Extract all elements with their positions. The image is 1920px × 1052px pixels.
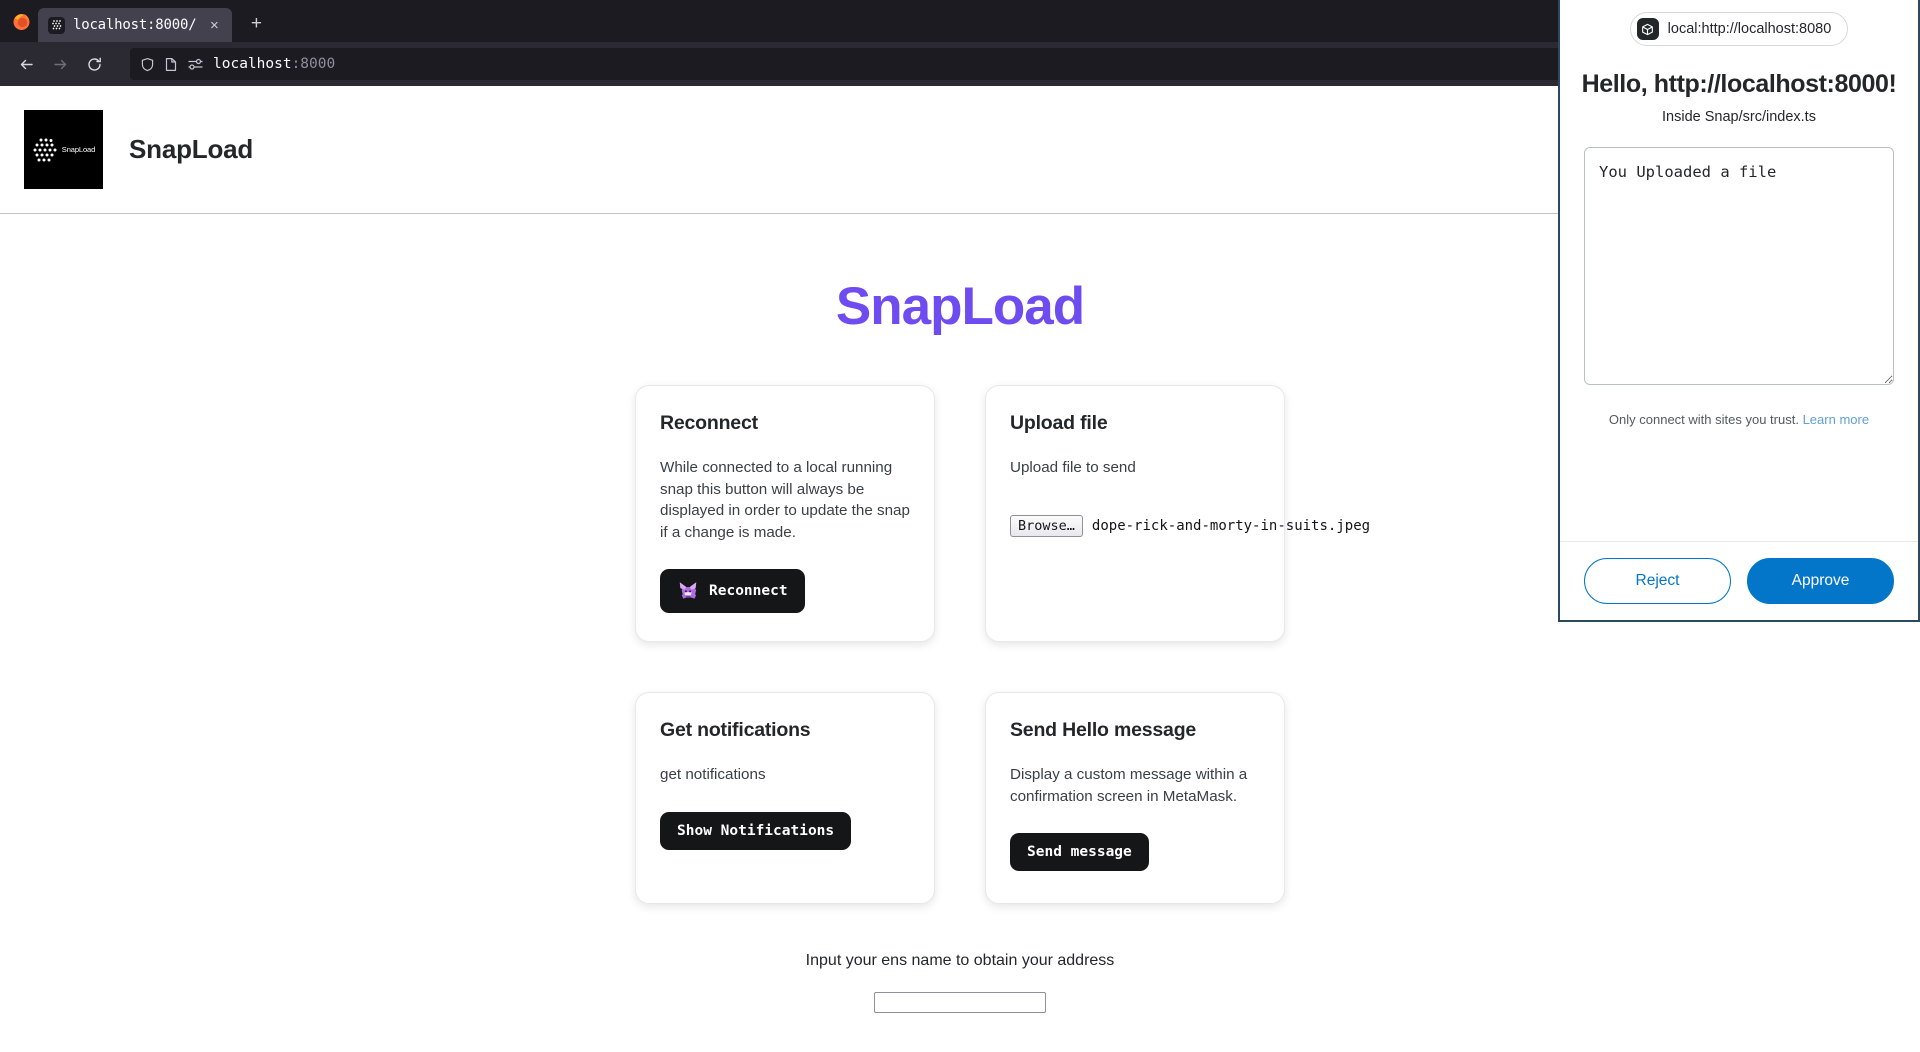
popup-subheading: Inside Snap/src/index.ts xyxy=(1662,109,1816,125)
url-text: localhost:8000 xyxy=(213,56,335,72)
send-message-button[interactable]: Send message xyxy=(1010,833,1149,872)
reject-button[interactable]: Reject xyxy=(1584,558,1731,604)
metamask-fox-icon xyxy=(679,582,697,599)
browser-window: localhost:8000/ × + localhost:8000 SnapL… xyxy=(0,0,1920,1052)
send-message-button-label: Send message xyxy=(1027,844,1132,861)
forward-icon xyxy=(44,48,76,80)
close-icon[interactable]: × xyxy=(204,15,224,35)
popup-spacer xyxy=(1560,427,1918,541)
learn-more-link[interactable]: Learn more xyxy=(1803,412,1869,427)
ens-input[interactable] xyxy=(874,992,1046,1014)
show-notifications-button-label: Show Notifications xyxy=(677,822,835,839)
logo-dotgrid-icon xyxy=(33,138,57,161)
trust-notice: Only connect with sites you trust. Learn… xyxy=(1584,412,1894,427)
card-grid: Reconnect While connected to a local run… xyxy=(630,385,1370,905)
card-title: Send Hello message xyxy=(1010,719,1197,742)
snap-origin-pill: local:http://localhost:8080 xyxy=(1629,12,1849,46)
card-get-notifications: Get notifications get notifications Show… xyxy=(635,692,935,905)
tab-title: localhost:8000/ xyxy=(73,17,197,33)
site-logo: SnapLoad xyxy=(24,110,103,189)
message-textarea[interactable] xyxy=(1584,147,1894,385)
back-icon[interactable] xyxy=(10,48,42,80)
card-description: get notifications xyxy=(660,766,766,784)
url-port: :8000 xyxy=(291,56,336,72)
browser-tab[interactable]: localhost:8000/ × xyxy=(38,8,233,42)
popup-origin-row: local:http://localhost:8080 xyxy=(1560,0,1918,56)
snap-origin-text: local:http://localhost:8080 xyxy=(1667,21,1832,37)
url-host: localhost xyxy=(213,56,292,72)
popup-footer: Reject Approve xyxy=(1560,541,1918,620)
snapload-favicon xyxy=(48,16,65,34)
card-description: Display a custom message within a confir… xyxy=(1010,766,1248,805)
logo-wordmark: SnapLoad xyxy=(61,145,96,154)
card-title: Upload file xyxy=(1010,412,1108,434)
firefox-logo-icon xyxy=(4,0,38,42)
browse-button[interactable]: Browse… xyxy=(1010,514,1083,537)
card-upload-file: Upload file Upload file to send Browse… … xyxy=(985,385,1370,643)
permissions-icon[interactable] xyxy=(187,57,204,72)
new-tab-button[interactable]: + xyxy=(240,8,272,40)
reconnect-button-label: Reconnect xyxy=(709,583,788,600)
popup-heading: Hello, http://localhost:8000! xyxy=(1581,70,1897,98)
cube-icon xyxy=(1636,18,1659,40)
card-description: While connected to a local running snap … xyxy=(660,459,910,541)
reload-icon[interactable] xyxy=(78,48,110,80)
approve-button[interactable]: Approve xyxy=(1747,558,1894,604)
show-notifications-button[interactable]: Show Notifications xyxy=(660,811,852,850)
file-input-row[interactable]: Browse… dope-rick-and-morty-in-suits.jpe… xyxy=(1010,514,1370,537)
page-icon[interactable] xyxy=(164,57,178,72)
metamask-confirmation-popup: local:http://localhost:8080 Hello, http:… xyxy=(1558,0,1920,622)
popup-body: Only connect with sites you trust. Learn… xyxy=(1560,125,1918,427)
card-title: Get notifications xyxy=(660,719,811,742)
shield-icon[interactable] xyxy=(140,57,155,72)
trust-notice-text: Only connect with sites you trust. xyxy=(1608,412,1799,427)
card-description: Upload file to send xyxy=(1010,459,1136,476)
card-send-hello-message: Send Hello message Display a custom mess… xyxy=(985,692,1285,905)
card-title: Reconnect xyxy=(660,412,758,434)
ens-label: Input your ens name to obtain your addre… xyxy=(805,952,1115,970)
selected-file-name: dope-rick-and-morty-in-suits.jpeg xyxy=(1091,517,1371,534)
site-name: SnapLoad xyxy=(129,134,254,164)
card-reconnect: Reconnect While connected to a local run… xyxy=(635,385,935,643)
reconnect-button[interactable]: Reconnect xyxy=(660,569,805,614)
ens-section: Input your ens name to obtain your addre… xyxy=(0,952,1920,1014)
